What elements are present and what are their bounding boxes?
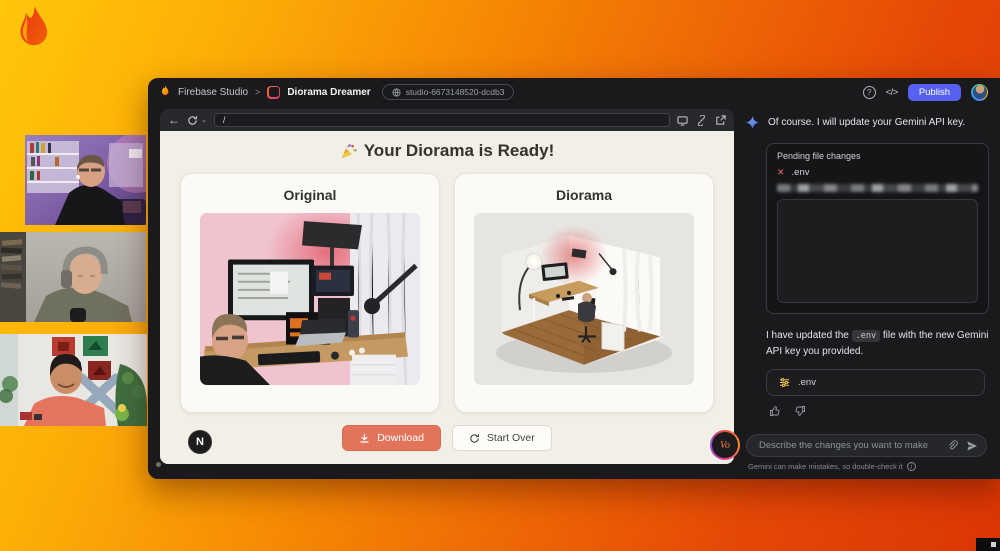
window-status-dot	[156, 462, 161, 467]
thumbs-up-icon[interactable]	[769, 405, 781, 417]
nextjs-dev-badge[interactable]: N	[188, 430, 212, 454]
pending-file-row[interactable]: ✕ .env	[777, 167, 978, 178]
firebase-flame-icon	[162, 85, 169, 95]
gemini-spark-icon	[746, 116, 759, 129]
user-avatar[interactable]	[971, 83, 988, 101]
diorama-card-title: Diorama	[555, 187, 613, 203]
info-icon[interactable]: i	[906, 462, 916, 471]
party-popper-icon	[341, 143, 357, 158]
thumbs-down-icon[interactable]	[794, 405, 806, 417]
workspace-icon	[267, 85, 281, 99]
sliders-icon	[779, 378, 790, 387]
redacted-diff-line	[777, 184, 978, 192]
copy-link-icon[interactable]	[696, 114, 707, 126]
preview-content: Your Diorama is Ready! Original Diorama …	[160, 131, 734, 464]
refresh-icon[interactable]	[187, 115, 198, 126]
original-card: Original	[180, 173, 440, 413]
send-icon[interactable]	[966, 440, 978, 452]
window-header: Firebase Studio > Diorama Dreamer studio…	[148, 78, 1000, 106]
app-name[interactable]: Firebase Studio	[178, 87, 248, 98]
device-preview-icon[interactable]	[677, 115, 688, 126]
refresh-dropdown-caret[interactable]: ⌄	[201, 116, 207, 124]
breadcrumb-separator: >	[255, 87, 261, 97]
webcam-host-1	[25, 135, 146, 225]
original-photo	[200, 213, 420, 385]
page-title: Your Diorama is Ready!	[340, 141, 554, 161]
discard-change-icon[interactable]: ✕	[777, 167, 785, 178]
pending-file-changes-panel: Pending file changes ✕ .env	[766, 143, 989, 314]
preview-panel: ← ⌄ / Your Diorama is Ready! Original Di…	[160, 109, 734, 464]
original-card-title: Original	[283, 187, 337, 203]
firebase-studio-window: Firebase Studio > Diorama Dreamer studio…	[148, 78, 1000, 479]
diorama-photo	[474, 213, 694, 385]
workspace-id-pill[interactable]: studio-6673148520-dcdb3	[381, 84, 515, 100]
webcam-host-2	[0, 232, 146, 322]
workspace-name[interactable]: Diorama Dreamer	[287, 87, 370, 98]
screen-corner-overlay	[976, 538, 1000, 551]
preview-browser-toolbar: ← ⌄ /	[160, 109, 734, 131]
help-icon[interactable]: ?	[862, 85, 876, 99]
assistant-message-text: Of course. I will update your Gemini API…	[768, 117, 966, 128]
download-icon	[360, 433, 369, 443]
gemini-chat-panel: Of course. I will update your Gemini API…	[710, 109, 989, 471]
publish-button[interactable]: Publish	[907, 83, 961, 101]
feedback-row	[769, 405, 987, 417]
pending-file-name: .env	[791, 167, 810, 178]
preview-url-bar[interactable]: /	[213, 113, 670, 127]
attach-icon[interactable]	[947, 440, 958, 451]
workspace-id: studio-6673148520-dcdb3	[405, 87, 505, 97]
download-button[interactable]: Download	[342, 425, 441, 451]
globe-icon	[392, 87, 401, 97]
firebase-flame-logo	[20, 6, 48, 46]
restart-icon	[470, 433, 479, 443]
diff-code-box[interactable]	[777, 199, 978, 303]
open-in-new-icon[interactable]	[715, 114, 726, 126]
env-file-chip[interactable]: .env	[766, 369, 985, 396]
diorama-card: Diorama	[454, 173, 714, 413]
assistant-message: Of course. I will update your Gemini API…	[746, 115, 987, 130]
code-view-icon[interactable]: </>	[886, 87, 899, 98]
assistant-badge[interactable]: Vo	[710, 430, 740, 460]
env-chip-label: .env	[798, 377, 816, 388]
webcam-host-3	[0, 334, 147, 426]
chat-input-row: Vo	[710, 430, 987, 460]
back-icon[interactable]: ←	[168, 114, 180, 126]
inline-code-env: .env	[851, 330, 881, 342]
assistant-result-message: I have updated the .env file with the ne…	[766, 330, 989, 357]
start-over-button[interactable]: Start Over	[451, 425, 552, 451]
pending-panel-title: Pending file changes	[777, 151, 861, 161]
disclaimer: Gemini can make mistakes, so double-chec…	[748, 462, 987, 471]
